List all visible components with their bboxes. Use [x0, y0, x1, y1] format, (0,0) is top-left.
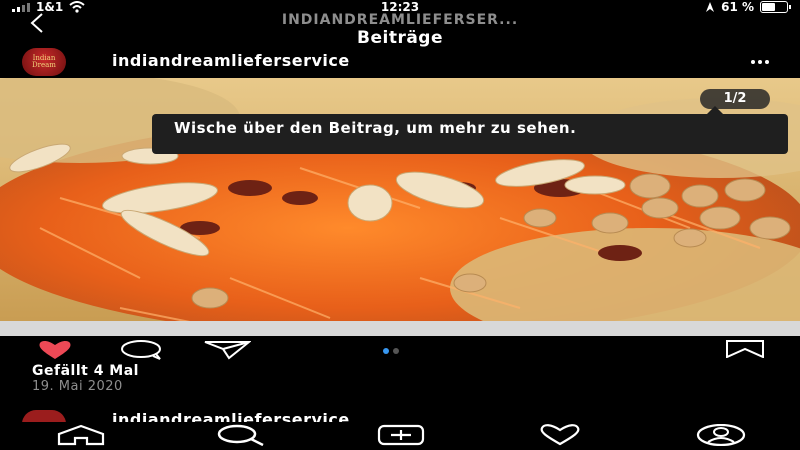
- post-username[interactable]: indiandreamlieferservice: [112, 410, 350, 422]
- nav-subtitle: INDIANDREAMLIEFERSER...: [281, 12, 519, 28]
- avatar-logo-text: Indian Dream: [32, 54, 56, 69]
- share-button[interactable]: [203, 340, 252, 364]
- carousel-dot: [393, 348, 399, 354]
- activity-heart-icon: [540, 424, 580, 446]
- more-horizontal-icon: [751, 60, 769, 64]
- save-button[interactable]: [725, 340, 765, 362]
- avatar[interactable]: Indian Dream: [22, 48, 66, 76]
- tab-home[interactable]: [57, 424, 105, 450]
- swipe-hint-tooltip: Wische über den Beitrag, um mehr zu sehe…: [152, 106, 788, 154]
- post-header: Indian Dream indiandreamlieferservice: [0, 46, 800, 76]
- more-options-button[interactable]: [750, 46, 770, 71]
- avatar[interactable]: [22, 410, 66, 422]
- comment-icon: [121, 340, 161, 360]
- search-icon: [217, 424, 264, 447]
- likes-count[interactable]: Gefällt 4 Mal: [32, 363, 139, 379]
- tab-search[interactable]: [215, 424, 265, 450]
- nav-header: INDIANDREAMLIEFERSER... Beiträge: [0, 12, 800, 48]
- swipe-hint-text: Wische über den Beitrag, um mehr zu sehe…: [174, 119, 577, 137]
- tab-new-post[interactable]: [377, 424, 425, 450]
- tab-profile[interactable]: [696, 423, 746, 450]
- comment-button[interactable]: [120, 340, 162, 364]
- carousel-dot: [383, 348, 389, 354]
- send-icon: [204, 341, 252, 360]
- heart-filled-icon: [39, 340, 71, 359]
- bottom-tab-bar: [0, 422, 800, 450]
- next-post-header: indiandreamlieferservice: [0, 406, 800, 422]
- post-date: 19. Mai 2020: [32, 379, 123, 394]
- tab-activity[interactable]: [535, 424, 585, 450]
- post-username[interactable]: indiandreamlieferservice: [112, 51, 350, 70]
- carousel-indicator: [383, 348, 399, 354]
- profile-icon: [696, 423, 746, 447]
- like-button[interactable]: [32, 340, 78, 364]
- home-icon: [57, 424, 105, 446]
- add-post-icon: [377, 424, 425, 446]
- post-actions: [0, 338, 800, 362]
- bookmark-icon: [726, 340, 764, 359]
- page-title: Beiträge: [357, 28, 443, 48]
